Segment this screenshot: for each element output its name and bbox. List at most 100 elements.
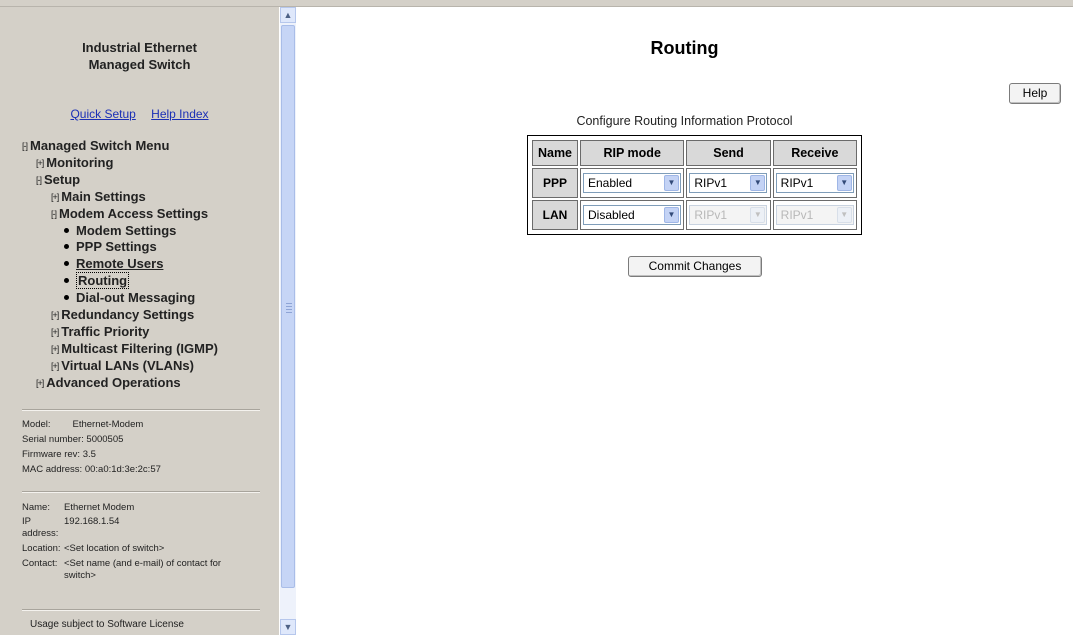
rip-mode-value: Disabled [588, 208, 635, 222]
location-label: Location: [22, 543, 61, 554]
divider [22, 491, 260, 493]
scroll-down-icon[interactable]: ▼ [280, 619, 296, 635]
interface-name: LAN [532, 200, 578, 230]
chevron-down-icon[interactable]: ▼ [664, 207, 679, 223]
window-top-border [0, 0, 1073, 7]
send-cell: RIPv1 ▼ [686, 168, 771, 198]
location-value: <Set location of switch> [64, 543, 165, 554]
menu-item-remote-users[interactable]: Remote Users [22, 256, 218, 273]
help-button[interactable]: Help [1009, 83, 1061, 104]
chevron-down-icon[interactable]: ▼ [836, 175, 852, 191]
menu-setup-label: Setup [44, 171, 81, 187]
help-index-link[interactable]: Help Index [151, 107, 208, 121]
rip-mode-select[interactable]: Disabled ▼ [583, 205, 681, 225]
collapse-toggle[interactable]: [-] [51, 206, 57, 223]
bullet-icon [64, 261, 69, 267]
menu-item-modem-access-settings[interactable]: [-] Modem Access Settings [22, 206, 218, 223]
menu-monitoring-label: Monitoring [46, 154, 114, 170]
menu-ppp-settings-label: PPP Settings [76, 239, 157, 255]
divider [22, 409, 260, 411]
ip-label: IP address: [22, 516, 64, 540]
menu-item-modem-settings[interactable]: Modem Settings [22, 223, 218, 240]
menu-multicast-label: Multicast Filtering (IGMP) [61, 340, 218, 356]
menu-vlans-label: Virtual LANs (VLANs) [61, 357, 194, 373]
location-row: Location: <Set location of switch> [22, 540, 254, 555]
send-value: RIPv1 [694, 176, 728, 190]
grip-line [286, 303, 292, 304]
menu-item-monitoring[interactable]: [+] Monitoring [22, 155, 218, 172]
bullet-icon [64, 227, 69, 233]
menu-item-root[interactable]: [-] Managed Switch Menu [22, 138, 218, 155]
send-select: RIPv1 ▼ [689, 205, 768, 225]
expand-toggle[interactable]: [+] [51, 307, 59, 324]
column-header: Name [532, 140, 578, 166]
ip-label-line2: address: [22, 528, 59, 539]
collapse-toggle[interactable]: [-] [22, 138, 28, 155]
chevron-down-icon[interactable]: ▼ [664, 175, 679, 191]
menu-dialout-label: Dial-out Messaging [76, 290, 196, 306]
firmware-row: Firmware rev: 3.5 [22, 447, 161, 462]
column-header: Receive [772, 140, 857, 166]
expand-toggle[interactable]: [+] [51, 324, 59, 341]
send-value: RIPv1 [694, 208, 728, 222]
column-header: Send [686, 140, 771, 166]
rip-mode-value: Enabled [588, 176, 633, 190]
contact-row: Contact: <Set name (and e-mail) of contac… [22, 555, 254, 582]
menu-item-setup[interactable]: [-] Setup [22, 172, 218, 189]
menu-item-traffic-priority[interactable]: [+] Traffic Priority [22, 324, 218, 341]
expand-toggle[interactable]: [+] [51, 341, 59, 358]
receive-select: RIPv1 ▼ [775, 205, 854, 225]
menu-item-redundancy-settings[interactable]: [+] Redundancy Settings [22, 307, 218, 324]
switch-menu: [-] Managed Switch Menu [+] Monitoring [-]… [22, 138, 218, 392]
rip-mode-select[interactable]: Enabled ▼ [583, 173, 681, 193]
expand-toggle[interactable]: [+] [36, 155, 44, 172]
serial-row: Serial number: 5000505 [22, 432, 161, 447]
mac-value: 00:a0:1d:3e:2c:57 [84, 464, 161, 475]
menu-item-advanced-operations[interactable]: [+] Advanced Operations [22, 375, 218, 392]
model-label: Model: [22, 419, 51, 430]
send-select[interactable]: RIPv1 ▼ [689, 173, 768, 193]
table-row: LAN Disabled ▼ RIPv1 ▼ RIPv1 ▼ [532, 200, 857, 230]
menu-item-main-settings[interactable]: [+] Main Settings [22, 189, 218, 206]
chevron-down-icon[interactable]: ▼ [750, 175, 766, 191]
table-header-row: Name RIP mode Send Receive [532, 140, 857, 166]
scroll-thumb[interactable] [281, 25, 295, 588]
ip-value: 192.168.1.54 [64, 516, 120, 527]
commit-changes-button[interactable]: Commit Changes [628, 256, 762, 277]
quick-setup-link[interactable]: Quick Setup [70, 107, 135, 121]
ip-label-line1: IP [22, 516, 31, 527]
sidebar: Industrial Ethernet Managed Switch Quick… [0, 7, 279, 635]
grip-line [286, 312, 292, 313]
menu-routing-label: Routing [76, 272, 130, 290]
identity-table: Name: Ethernet Modem IP address: 192.168.1.… [22, 502, 254, 582]
expand-toggle[interactable]: [+] [51, 358, 59, 375]
receive-select[interactable]: RIPv1 ▼ [775, 173, 854, 193]
receive-value: RIPv1 [780, 208, 814, 222]
routing-caption: Configure Routing Information Protocol [576, 114, 793, 128]
scroll-up-icon[interactable]: ▲ [280, 7, 296, 23]
routing-table: Name RIP mode Send Receive PPP Enabled ▼ … [527, 135, 862, 235]
sidebar-scrollbar[interactable]: ▲ ▼ [280, 7, 296, 635]
collapse-toggle[interactable]: [-] [36, 172, 42, 189]
usage-note: Usage subject to Software License [30, 619, 184, 630]
menu-main-settings-label: Main Settings [61, 188, 146, 204]
serial-value: 5000505 [86, 434, 124, 445]
menu-item-multicast-filtering[interactable]: [+] Multicast Filtering (IGMP) [22, 341, 218, 358]
name-label: Name: [22, 502, 50, 513]
contact-label: Contact: [22, 558, 58, 569]
routing-grid: Name RIP mode Send Receive PPP Enabled ▼ … [530, 138, 859, 232]
chevron-down-icon: ▼ [750, 207, 766, 223]
menu-item-dialout-messaging[interactable]: Dial-out Messaging [22, 290, 218, 307]
expand-toggle[interactable]: [+] [51, 189, 59, 206]
page-title: Routing [650, 38, 719, 58]
expand-toggle[interactable]: [+] [36, 375, 44, 392]
menu-item-ppp-settings[interactable]: PPP Settings [22, 239, 218, 256]
name-value: Ethernet Modem [64, 502, 135, 513]
ip-row: IP address: 192.168.1.54 [22, 516, 254, 540]
switch-identity: Name: Ethernet Modem IP address: 192.168.1.… [22, 502, 254, 582]
menu-item-virtual-lans[interactable]: [+] Virtual LANs (VLANs) [22, 358, 218, 375]
serial-label: Serial number: [22, 434, 84, 445]
menu-item-routing[interactable]: Routing [22, 272, 218, 290]
main-content: Routing Help Configure Routing Informati… [296, 7, 1073, 635]
grip-line [286, 309, 292, 310]
